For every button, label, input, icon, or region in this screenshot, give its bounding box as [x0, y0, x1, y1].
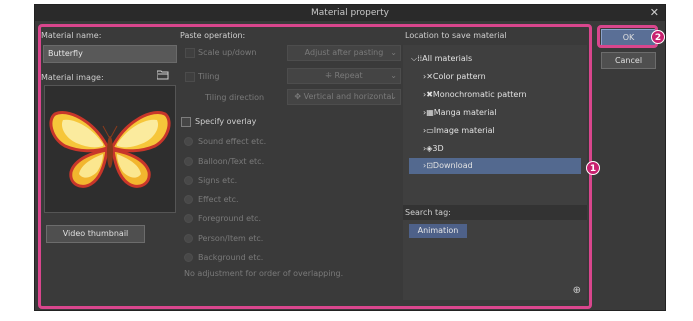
close-icon[interactable]: ✕: [650, 5, 659, 21]
highlight-frame-1: [38, 24, 592, 309]
callout-badge-1: 1: [586, 161, 600, 175]
highlight-frame-2: [597, 25, 658, 48]
cancel-button[interactable]: Cancel: [601, 52, 656, 69]
callout-badge-2: 2: [651, 30, 665, 44]
dialog-title: Material property: [35, 5, 665, 21]
